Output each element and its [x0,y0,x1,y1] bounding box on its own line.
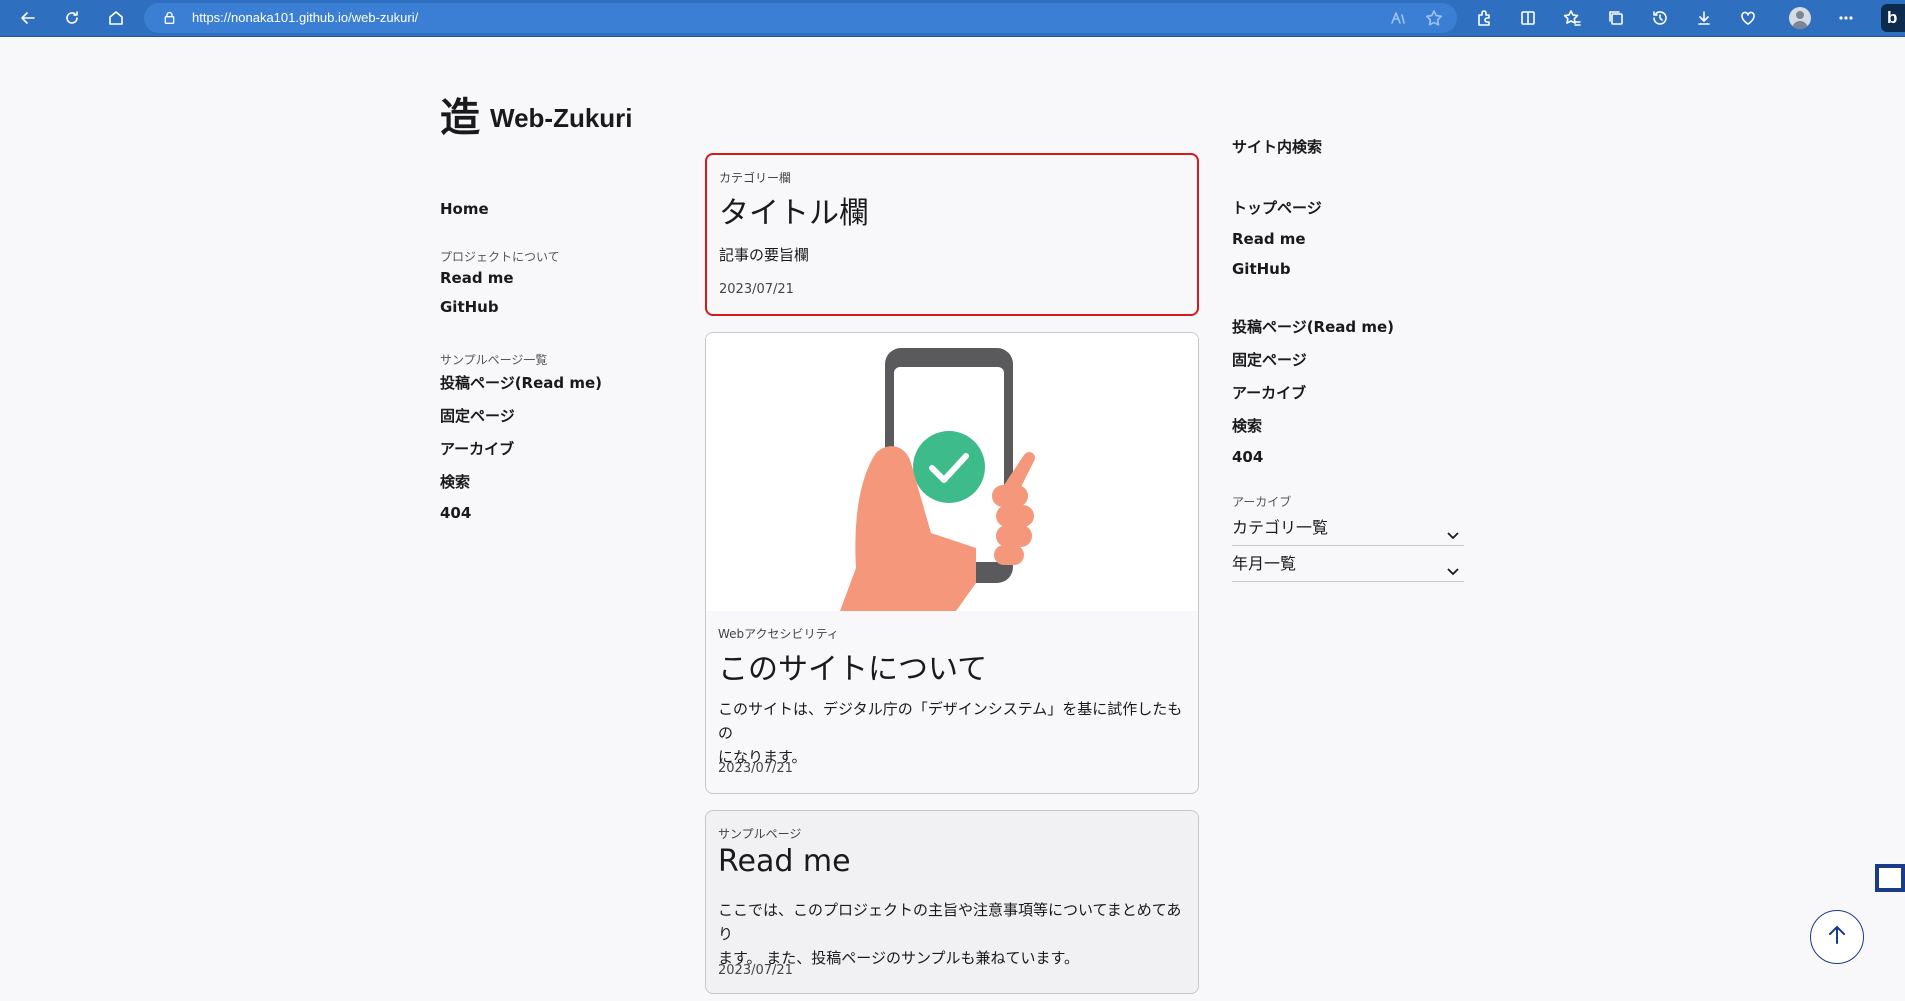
article-card[interactable]: カテゴリー欄 タイトル欄 記事の要旨欄 2023/07/21 [705,153,1199,316]
nav-caption-project: プロジェクトについて [440,250,560,264]
downloads-icon[interactable] [1690,4,1718,32]
card-summary: ここでは、このプロジェクトの主旨や注意事項等についてまとめてあり ます。 また、… [718,898,1192,970]
card-date: 2023/07/21 [719,282,794,297]
edge-widget[interactable] [1875,864,1905,892]
card-date: 2023/07/21 [718,761,793,776]
back-to-top-button[interactable] [1810,910,1864,964]
nav-caption-samples: サンプルページ一覧 [440,353,548,367]
card-title: タイトル欄 [719,196,869,231]
refresh-icon[interactable] [58,4,86,32]
phone-check-illustration [840,348,1035,611]
favorite-star-icon[interactable] [1425,9,1443,31]
right-sidebar: サイト内検索 トップページ Read me GitHub 投稿ページ(Read … [1232,136,1464,466]
card-category: カテゴリー欄 [719,171,792,185]
url-text[interactable]: https://nonaka101.github.io/web-zukuri/ [192,10,418,25]
card-summary: 記事の要旨欄 [719,246,810,264]
left-navigation: Home プロジェクトについて Read me GitHub サンプルページ一覧… [440,200,602,522]
rnav-item-404[interactable]: 404 [1232,448,1464,466]
accordion-label: カテゴリ一覧 [1232,518,1329,537]
rnav-item-archive[interactable]: アーカイブ [1232,382,1464,403]
nav-home[interactable]: Home [440,200,602,218]
card-title: Read me [718,844,851,879]
bing-icon[interactable]: b [1881,4,1905,32]
card-image [706,333,1198,611]
nav-item-readme[interactable]: Read me [440,269,602,287]
card-summary: このサイトは、デジタル庁の「デザインシステム」を基に試作したもの になります。 [718,697,1192,769]
card-summary-line: このサイトは、デジタル庁の「デザインシステム」を基に試作したもの [718,700,1183,742]
accordion-label: 年月一覧 [1232,554,1297,573]
rnav-item-search[interactable]: 検索 [1232,415,1464,436]
archive-caption: アーカイブ [1232,495,1292,509]
nav-item-post-page[interactable]: 投稿ページ(Read me) [440,372,602,393]
nav-item-search[interactable]: 検索 [440,471,602,492]
rnav-item-readme[interactable]: Read me [1232,230,1464,248]
extensions-icon[interactable] [1470,4,1498,32]
more-icon[interactable] [1832,4,1860,32]
favorites-icon[interactable] [1558,4,1586,32]
address-bar[interactable]: https://nonaka101.github.io/web-zukuri/ [144,3,1457,33]
split-screen-icon[interactable] [1514,4,1542,32]
accordion-month-list[interactable]: 年月一覧 [1232,547,1464,582]
lock-icon[interactable] [162,10,177,29]
collections-icon[interactable] [1602,4,1630,32]
rnav-item-fixed-page[interactable]: 固定ページ [1232,349,1464,370]
card-category: サンプルページ [718,827,802,841]
browser-toolbar: https://nonaka101.github.io/web-zukuri/ … [0,0,1905,37]
card-title: このサイトについて [718,652,988,687]
nav-item-404[interactable]: 404 [440,504,602,522]
home-icon[interactable] [102,4,130,32]
profile-icon[interactable] [1789,7,1811,29]
chevron-down-icon [1446,556,1460,576]
site-search-link[interactable]: サイト内検索 [1232,136,1464,157]
site-logo[interactable]: 造 Web-Zukuri [440,96,633,140]
accordion-category-list[interactable]: カテゴリ一覧 [1232,511,1464,546]
performance-icon[interactable] [1734,4,1762,32]
logo-name: Web-Zukuri [490,102,633,133]
rnav-item-top[interactable]: トップページ [1232,197,1464,218]
article-card[interactable]: Webアクセシビリティ このサイトについて このサイトは、デジタル庁の「デザイン… [705,332,1199,794]
card-category: Webアクセシビリティ [718,627,839,641]
nav-item-github[interactable]: GitHub [440,298,602,316]
nav-item-archive[interactable]: アーカイブ [440,438,602,459]
article-card[interactable]: サンプルページ Read me ここでは、このプロジェクトの主旨や注意事項等につ… [705,810,1199,994]
arrow-up-icon [1826,924,1848,950]
rnav-item-github[interactable]: GitHub [1232,260,1464,278]
back-icon[interactable] [14,4,42,32]
chevron-down-icon [1446,520,1460,540]
rnav-item-post-page[interactable]: 投稿ページ(Read me) [1232,316,1464,337]
card-date: 2023/07/21 [718,963,793,978]
card-summary-line: ここでは、このプロジェクトの主旨や注意事項等についてまとめてあり [718,901,1182,943]
nav-item-fixed-page[interactable]: 固定ページ [440,405,602,426]
logo-mark: 造 [440,94,480,141]
history-icon[interactable] [1646,4,1674,32]
read-aloud-icon[interactable] [1389,9,1407,31]
